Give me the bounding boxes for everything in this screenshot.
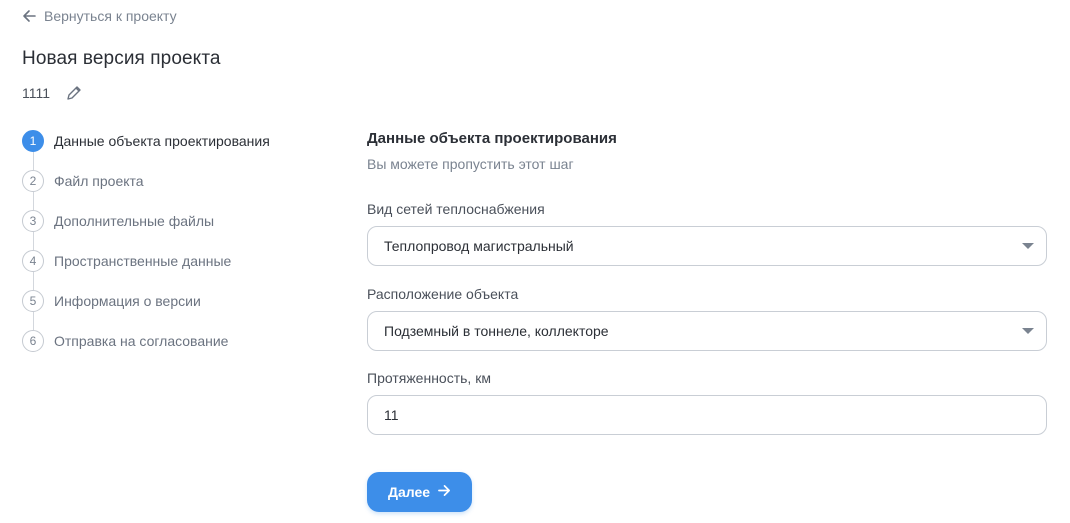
step-1[interactable]: 1 Данные объекта проектирования xyxy=(22,130,322,170)
version-name: 1111 xyxy=(22,85,51,101)
next-button[interactable]: Далее xyxy=(367,472,472,512)
form-subtitle: Вы можете пропустить этот шаг xyxy=(367,156,574,172)
back-to-project-link[interactable]: Вернуться к проекту xyxy=(22,6,177,26)
step-label: Пространственные данные xyxy=(54,253,232,269)
step-label: Данные объекта проектирования xyxy=(54,133,270,149)
step-label: Дополнительные файлы xyxy=(54,213,215,229)
step-number: 1 xyxy=(22,130,44,152)
location-field: Расположение объекта Подземный в тоннеле… xyxy=(367,286,1047,351)
chevron-down-icon xyxy=(1022,243,1034,249)
location-label: Расположение объекта xyxy=(367,286,519,302)
step-5[interactable]: 5 Информация о версии xyxy=(22,290,322,330)
version-row: 1111 xyxy=(22,83,82,103)
arrow-right-icon xyxy=(438,484,451,500)
network-type-select[interactable]: Теплопровод магистральный xyxy=(367,226,1047,266)
step-number: 3 xyxy=(22,210,44,232)
back-link-label: Вернуться к проекту xyxy=(44,8,177,24)
network-type-value: Теплопровод магистральный xyxy=(384,238,574,254)
length-field: Протяженность, км xyxy=(367,370,1047,435)
step-label: Информация о версии xyxy=(54,293,201,309)
network-type-field: Вид сетей теплоснабжения Теплопровод маг… xyxy=(367,201,1047,266)
next-button-label: Далее xyxy=(387,484,431,500)
stepper: 1 Данные объекта проектирования 2 Файл п… xyxy=(22,130,322,370)
length-label: Протяженность, км xyxy=(367,370,491,386)
pencil-icon[interactable] xyxy=(66,85,82,101)
step-2[interactable]: 2 Файл проекта xyxy=(22,170,322,210)
page-title: Новая версия проекта xyxy=(22,48,221,69)
form-title: Данные объекта проектирования xyxy=(367,130,617,147)
design-object-form: Данные объекта проектирования Вы можете … xyxy=(367,128,1047,512)
network-type-label: Вид сетей теплоснабжения xyxy=(367,201,545,217)
step-4[interactable]: 4 Пространственные данные xyxy=(22,250,322,290)
step-label: Отправка на согласование xyxy=(54,333,229,349)
arrow-left-icon xyxy=(22,9,36,23)
step-3[interactable]: 3 Дополнительные файлы xyxy=(22,210,322,250)
step-label: Файл проекта xyxy=(54,173,144,189)
length-input-box[interactable] xyxy=(367,395,1047,435)
step-number: 4 xyxy=(22,250,44,272)
length-input[interactable] xyxy=(384,407,1030,423)
chevron-down-icon xyxy=(1022,328,1034,334)
location-select[interactable]: Подземный в тоннеле, коллекторе xyxy=(367,311,1047,351)
step-number: 6 xyxy=(22,330,44,352)
step-6[interactable]: 6 Отправка на согласование xyxy=(22,330,322,370)
page: Вернуться к проекту Новая версия проекта… xyxy=(0,0,1070,523)
step-number: 5 xyxy=(22,290,44,312)
location-value: Подземный в тоннеле, коллекторе xyxy=(384,323,609,339)
step-number: 2 xyxy=(22,170,44,192)
